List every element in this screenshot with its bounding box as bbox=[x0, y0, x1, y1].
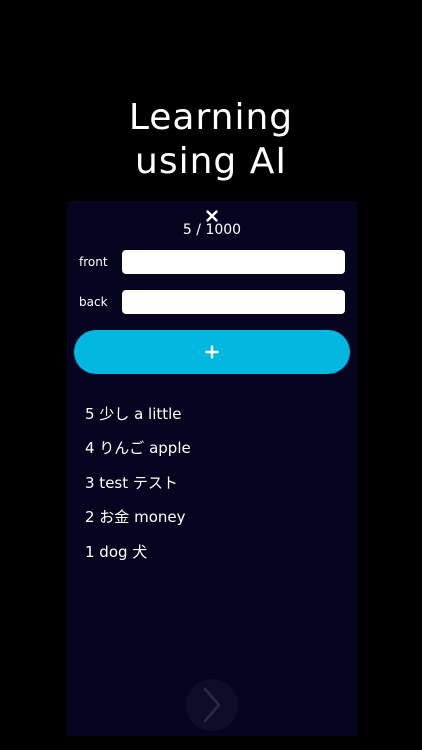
list-item[interactable]: 3 test テスト bbox=[85, 465, 345, 500]
add-card-button[interactable] bbox=[74, 330, 350, 374]
front-label: front bbox=[79, 255, 108, 269]
front-input[interactable] bbox=[122, 250, 345, 274]
list-item[interactable]: 1 dog 犬 bbox=[85, 534, 345, 569]
chevron-right-icon bbox=[203, 687, 221, 723]
app-screen: 5 / 1000 front back 5 少し a little 4 りんご … bbox=[67, 201, 357, 736]
hero-title: Learning using AI bbox=[0, 96, 422, 184]
hero-title-line-2: using AI bbox=[135, 141, 287, 183]
list-item[interactable]: 5 少し a little bbox=[85, 396, 345, 431]
list-item[interactable]: 4 りんご apple bbox=[85, 431, 345, 466]
back-input[interactable] bbox=[122, 290, 345, 314]
card-list: 5 少し a little 4 りんご apple 3 test テスト 2 お… bbox=[85, 396, 345, 569]
next-button[interactable] bbox=[186, 679, 238, 731]
front-field-row: front bbox=[79, 249, 345, 275]
back-field-row: back bbox=[79, 289, 345, 315]
plus-icon bbox=[205, 345, 219, 359]
back-label: back bbox=[79, 295, 108, 309]
screenshot-page: Learning using AI 5 / 1000 front back 5 … bbox=[0, 0, 422, 750]
list-item[interactable]: 2 お金 money bbox=[85, 500, 345, 535]
card-counter: 5 / 1000 bbox=[182, 222, 242, 238]
hero-title-line-1: Learning bbox=[128, 97, 294, 139]
